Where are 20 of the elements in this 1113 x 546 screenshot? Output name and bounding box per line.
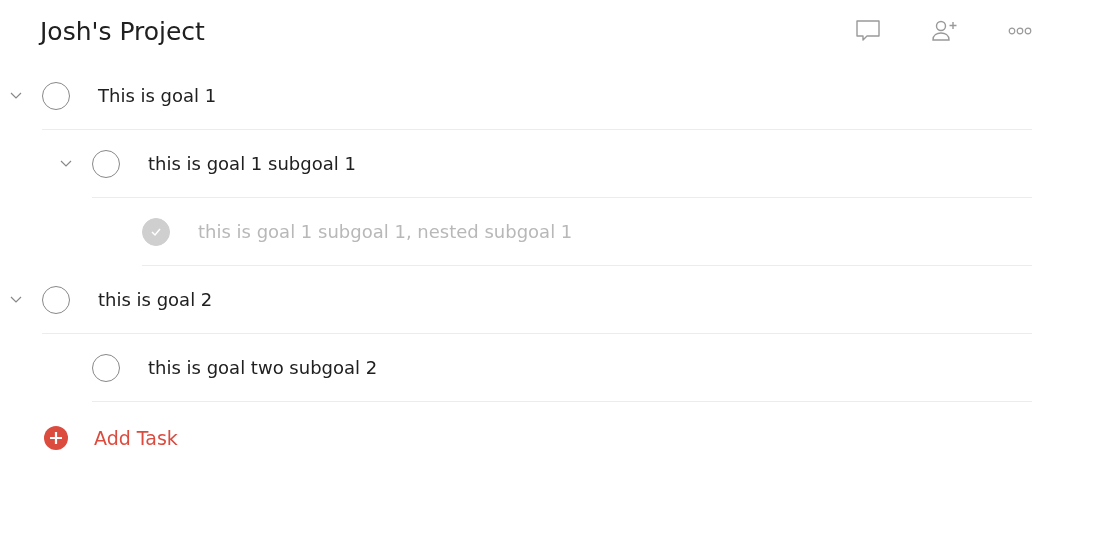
task-checkbox[interactable] <box>42 81 70 110</box>
task-label: This is goal 1 <box>98 85 217 106</box>
plus-icon <box>42 424 70 452</box>
more-icon[interactable] <box>1008 27 1032 35</box>
project-title: Josh's Project <box>40 16 206 46</box>
task-label: this is goal two subgoal 2 <box>148 357 378 378</box>
chevron-icon[interactable] <box>10 92 22 100</box>
check-icon <box>150 226 162 237</box>
task-label: this is goal 1 subgoal 1 <box>148 153 356 174</box>
chevron-icon[interactable] <box>60 160 72 168</box>
comment-icon[interactable] <box>854 19 882 43</box>
add-person-icon[interactable] <box>932 20 958 42</box>
task-label: this is goal 2 <box>98 289 213 310</box>
chevron-icon[interactable] <box>10 296 22 304</box>
task-checkbox[interactable] <box>42 285 70 314</box>
task-label: this is goal 1 subgoal 1, nested subgoal 1 <box>198 221 573 242</box>
add-task-button[interactable]: Add Task <box>42 424 178 452</box>
task-checkbox[interactable] <box>92 353 120 382</box>
task-checkbox[interactable] <box>92 149 120 178</box>
task-checkbox[interactable] <box>142 217 170 246</box>
